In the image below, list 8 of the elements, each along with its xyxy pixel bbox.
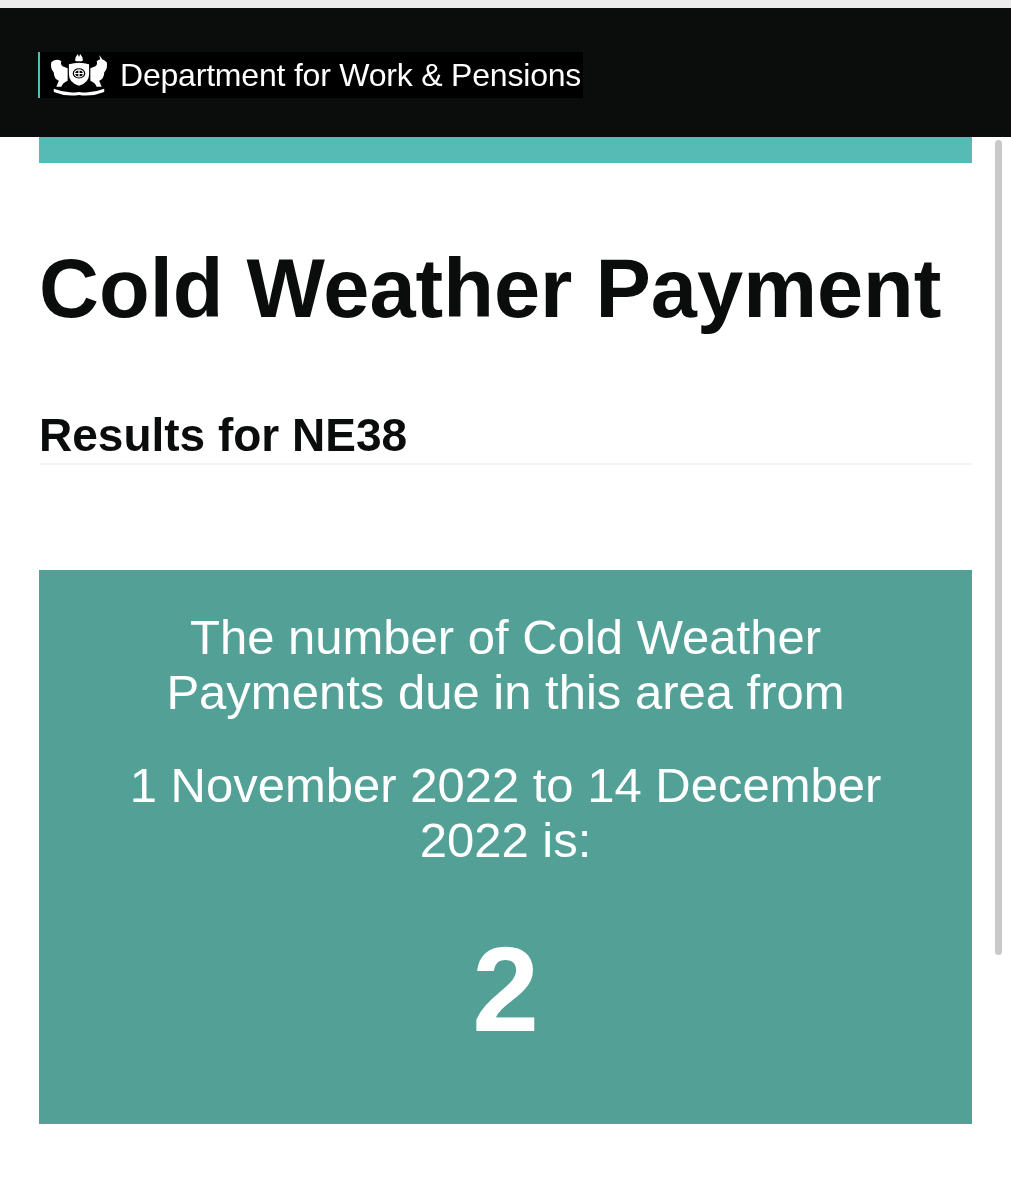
organisation-logo-link[interactable]: Department for Work & Pensions (38, 52, 584, 98)
page-title: Cold Weather Payment (39, 241, 943, 337)
results-heading: Results for NE38 (39, 409, 972, 466)
result-intro-text: The number of Cold Weather Payments due in this area from (165, 610, 846, 721)
payment-count: 2 (471, 929, 540, 1050)
result-period-text: 1 November 2022 to 14 December 2022 is: (128, 758, 883, 869)
scrollbar[interactable] (995, 140, 1002, 955)
crest-icon (50, 53, 108, 97)
